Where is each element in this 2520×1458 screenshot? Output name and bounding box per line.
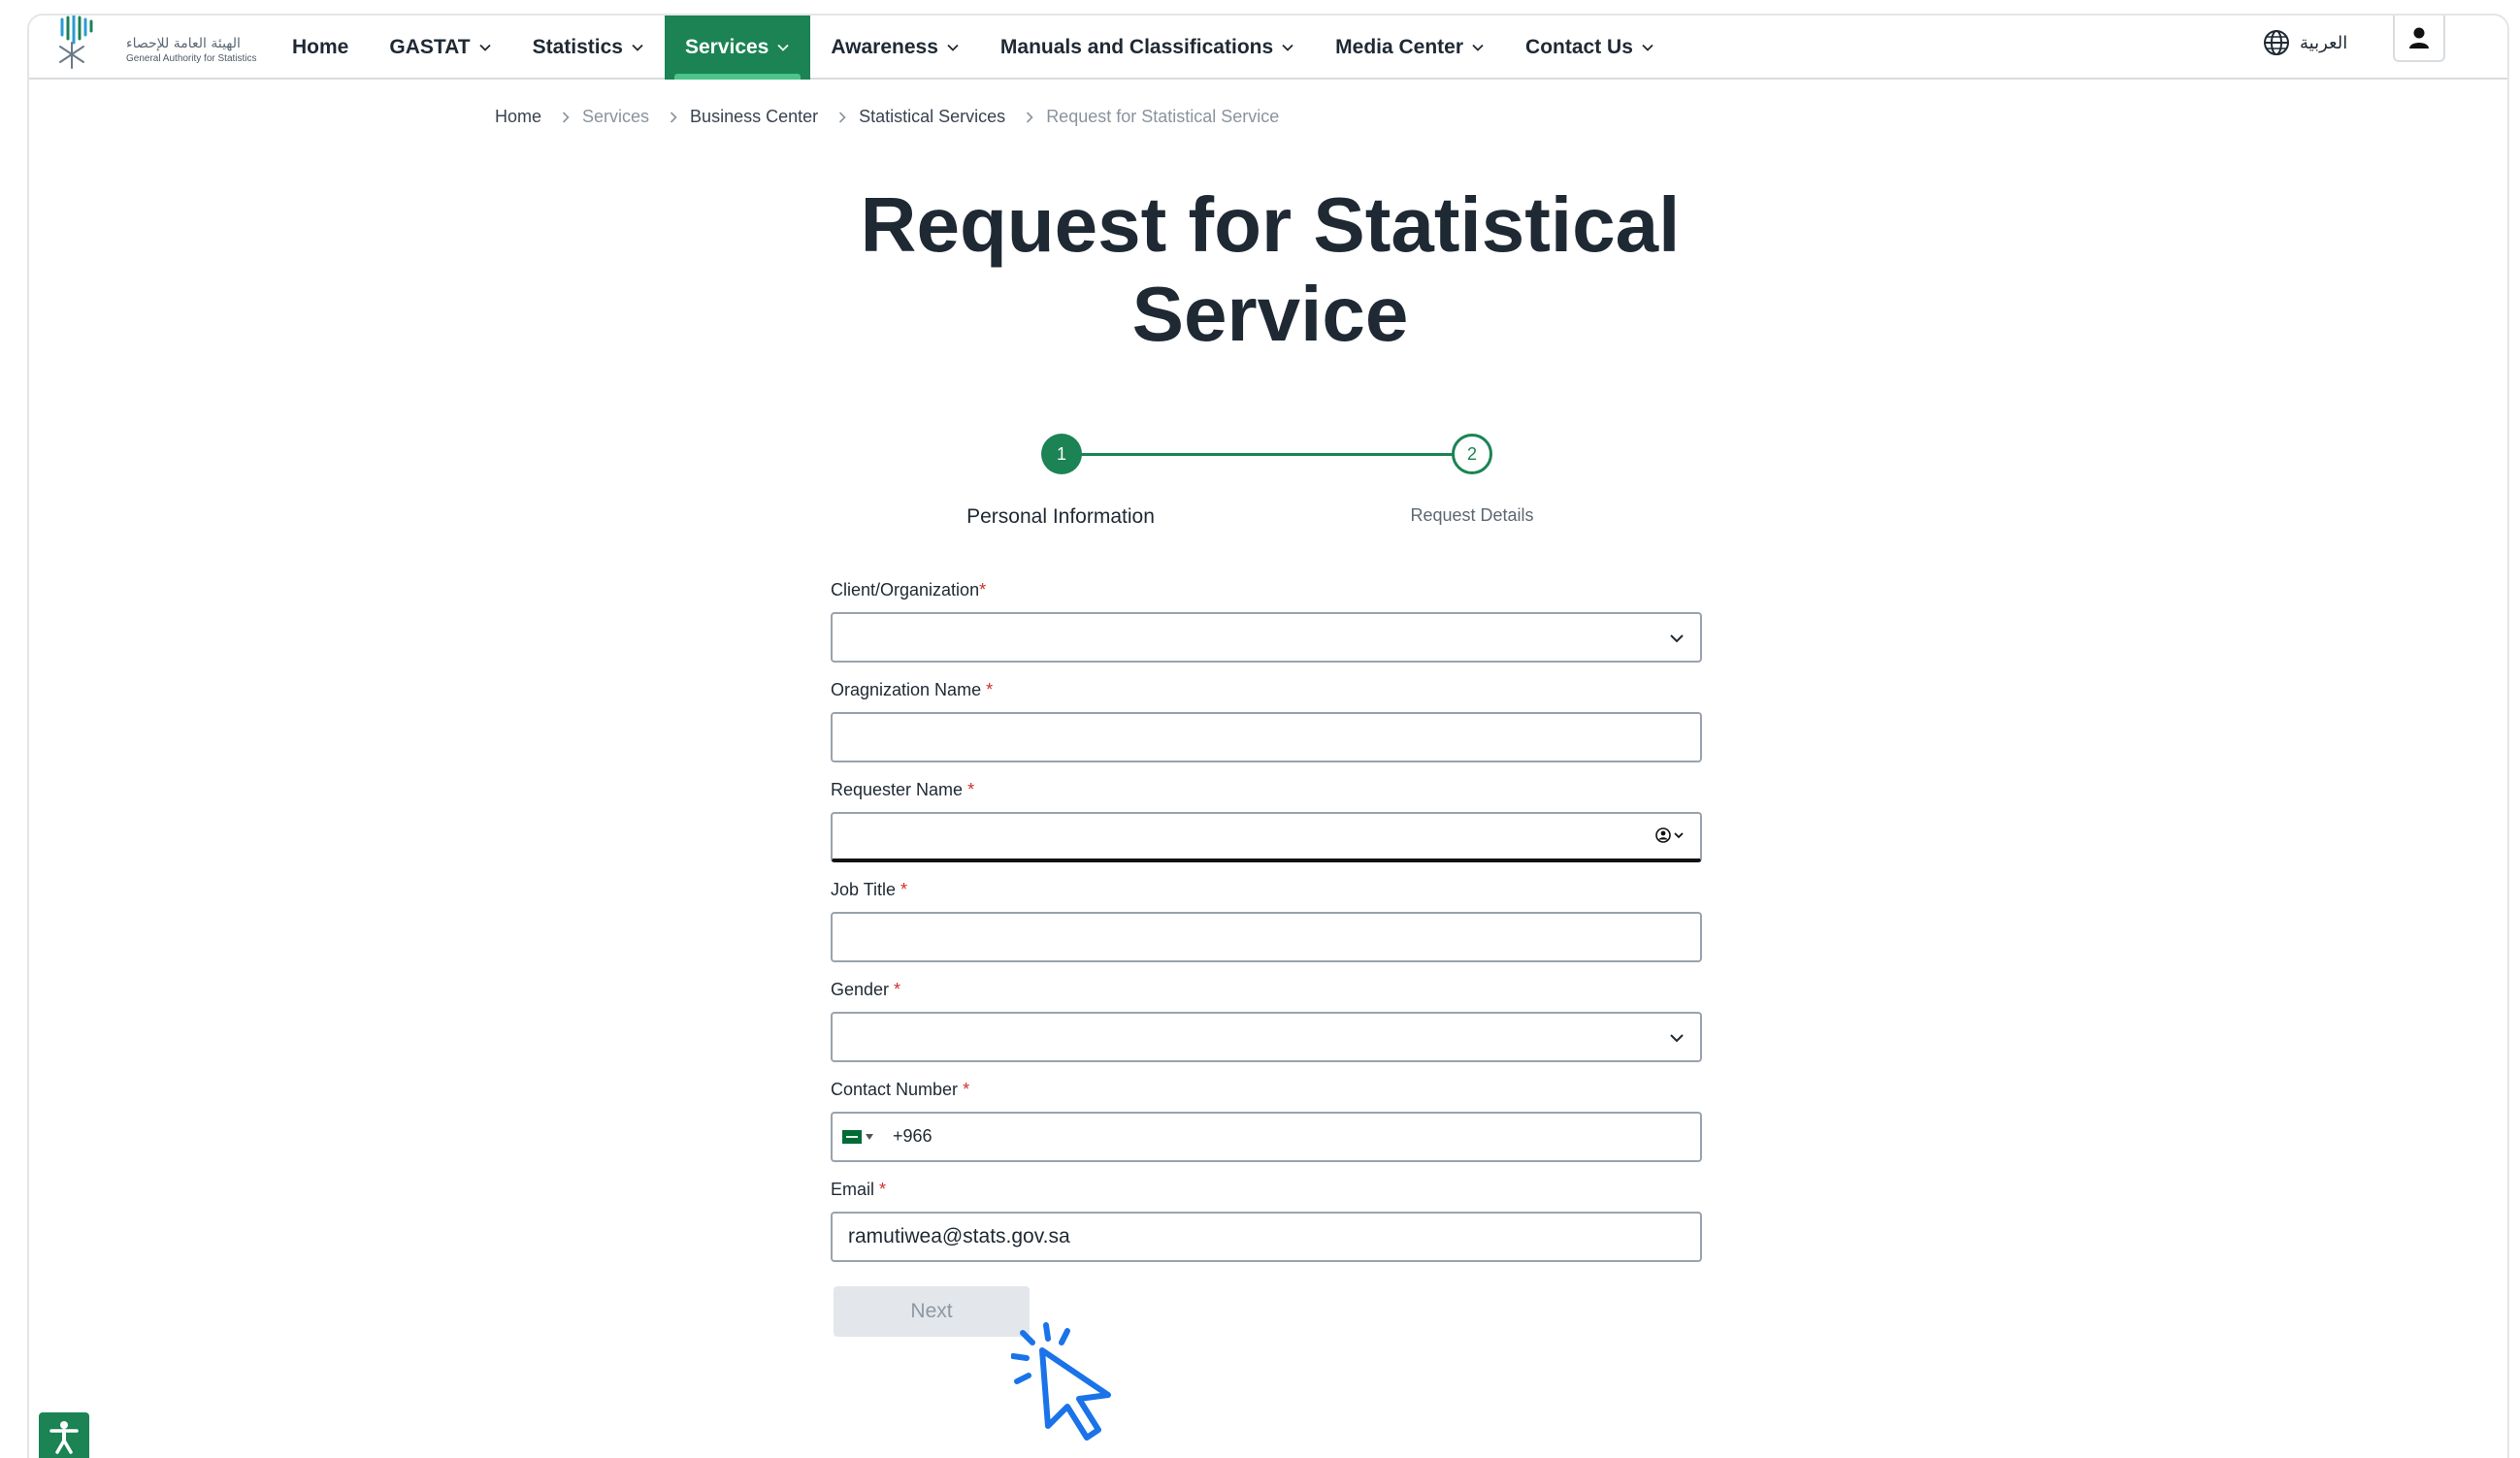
nav-item-statistics[interactable]: Statistics (512, 16, 665, 80)
step-2-label: Request Details (1410, 505, 1534, 525)
required-marker: * (979, 580, 987, 599)
job-title-input[interactable] (831, 912, 1702, 962)
nav-item-media-center[interactable]: Media Center (1315, 16, 1505, 80)
top-navbar: الهيئة العامة للإحصاء General Authority … (29, 16, 2507, 80)
breadcrumb-item-business-center[interactable]: Business Center (690, 107, 818, 127)
stepper-connector (1081, 453, 1487, 456)
organization-name-label: Oragnization Name * (831, 680, 993, 700)
accessibility-button[interactable] (39, 1412, 89, 1458)
chevron-right-icon (1027, 111, 1033, 123)
email-label-text: Email (831, 1180, 880, 1199)
job-title-label-text: Job Title (831, 880, 901, 899)
nav-item-label: Contact Us (1525, 36, 1633, 58)
required-marker: * (894, 980, 901, 999)
chevron-down-icon (777, 44, 790, 51)
email-value: ramutiwea@stats.gov.sa (848, 1225, 1070, 1247)
autofill-contact-button[interactable] (1655, 827, 1685, 843)
chevron-right-icon (670, 111, 677, 123)
country-code-selector[interactable] (842, 1130, 873, 1144)
required-marker: * (963, 1080, 970, 1099)
nav-item-label: Services (684, 36, 769, 58)
next-button[interactable]: Next (834, 1286, 1030, 1337)
step-1-indicator: 1 (1041, 434, 1082, 474)
chevron-down-icon (1674, 832, 1684, 839)
required-marker: * (967, 780, 975, 799)
nav-item-home[interactable]: Home (272, 16, 369, 80)
client-organization-label-text: Client/Organization (831, 580, 980, 599)
browser-frame: الهيئة العامة للإحصاء General Authority … (27, 14, 2509, 1458)
chevron-down-icon (1282, 44, 1293, 51)
breadcrumb: Home Services Business Center Statistical S… (495, 107, 1279, 127)
accessibility-icon (49, 1421, 79, 1454)
user-account-button[interactable] (2393, 16, 2445, 62)
nav-item-label: Awareness (831, 36, 938, 58)
client-organization-select[interactable] (831, 612, 1702, 663)
chevron-down-icon (947, 44, 959, 51)
gender-label: Gender * (831, 980, 900, 1000)
nav-item-label: GASTAT (389, 36, 471, 58)
requester-name-input[interactable] (831, 812, 1702, 862)
click-cursor-icon (1011, 1322, 1111, 1441)
client-organization-label: Client/Organization* (831, 580, 986, 600)
email-input[interactable]: ramutiwea@stats.gov.sa (831, 1212, 1702, 1262)
page-title-line-1: Request for Statistical (860, 181, 1681, 268)
nav-item-label: Statistics (532, 36, 623, 58)
breadcrumb-item-home[interactable]: Home (495, 107, 541, 127)
chevron-down-icon (632, 44, 643, 51)
language-switcher[interactable]: العربية (2263, 16, 2347, 70)
language-label: العربية (2300, 32, 2348, 53)
nav-item-label: Media Center (1335, 36, 1464, 58)
logo-name-en: General Authority for Statistics (126, 53, 257, 64)
required-marker: * (879, 1180, 887, 1199)
logo-text: الهيئة العامة للإحصاء General Authority … (126, 37, 257, 66)
nav-item-services[interactable]: Services (664, 16, 811, 80)
logo-name-ar: الهيئة العامة للإحصاء (126, 36, 241, 51)
contact-number-label-text: Contact Number (831, 1080, 964, 1099)
job-title-label: Job Title * (831, 880, 907, 900)
nav-item-gastat[interactable]: GASTAT (369, 16, 511, 80)
user-icon (2409, 27, 2429, 49)
nav-item-label: Home (292, 36, 349, 58)
chevron-down-icon (1670, 634, 1684, 643)
gender-label-text: Gender (831, 980, 895, 999)
contact-card-icon (1655, 827, 1671, 843)
country-dial-code: +966 (893, 1126, 933, 1146)
email-label: Email * (831, 1180, 886, 1200)
contact-number-label: Contact Number * (831, 1080, 969, 1100)
step-2-indicator: 2 (1452, 434, 1492, 474)
required-marker: * (900, 880, 908, 899)
page-title: Request for Statistical Service (29, 180, 2507, 359)
step-1-label: Personal Information (966, 505, 1155, 528)
required-marker: * (986, 680, 994, 699)
organization-name-input[interactable] (831, 712, 1702, 762)
chevron-right-icon (839, 111, 846, 123)
chevron-down-icon (1472, 44, 1484, 51)
chevron-down-icon (1642, 44, 1653, 51)
nav-item-awareness[interactable]: Awareness (810, 16, 980, 80)
nav-item-label: Manuals and Classifications (999, 36, 1274, 58)
chevron-right-icon (562, 111, 570, 123)
page-title-line-2: Service (1131, 271, 1409, 357)
globe-icon (2264, 30, 2289, 55)
breadcrumb-item-request-for-statistical-service: Request for Statistical Service (1046, 107, 1280, 126)
nav-item-contact-us[interactable]: Contact Us (1505, 16, 1675, 80)
main-nav: Home GASTAT Statistics Services Awareness Man… (272, 16, 1675, 80)
breadcrumb-item-services[interactable]: Services (582, 107, 649, 127)
requester-name-label-text: Requester Name (831, 780, 968, 799)
saudi-flag-icon (842, 1130, 862, 1144)
nav-item-manuals-and-classifications[interactable]: Manuals and Classifications (980, 16, 1315, 80)
chevron-down-icon (478, 44, 491, 51)
organization-name-label-text: Oragnization Name (831, 680, 987, 699)
caret-down-icon (866, 1134, 873, 1140)
chevron-down-icon (1670, 1034, 1684, 1043)
contact-number-input[interactable]: +966 (831, 1112, 1702, 1162)
requester-name-label: Requester Name * (831, 780, 974, 800)
gender-select[interactable] (831, 1012, 1702, 1062)
breadcrumb-item-statistical-services[interactable]: Statistical Services (859, 107, 1005, 127)
gastat-emblem-icon (59, 16, 93, 69)
gastat-logo[interactable]: الهيئة العامة للإحصاء General Authority … (50, 16, 274, 74)
